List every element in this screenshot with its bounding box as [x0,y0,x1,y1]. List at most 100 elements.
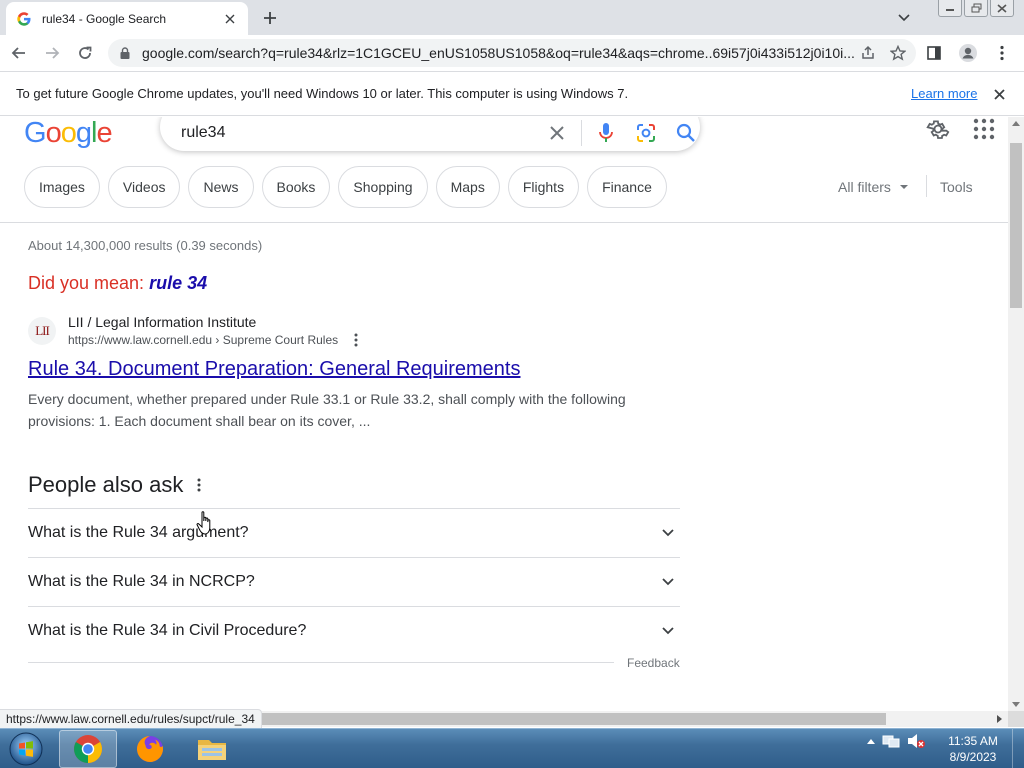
google-logo-letter: G [24,117,47,149]
scroll-down-arrow-icon[interactable] [1012,702,1020,707]
lock-icon[interactable] [118,46,132,60]
show-desktop-button[interactable] [1012,729,1024,768]
bookmark-star-icon[interactable] [886,41,910,65]
system-tray [866,733,926,749]
taskbar-chrome-icon[interactable] [59,730,117,768]
filter-chips: Images Videos News Books Shopping Maps Flights… [24,166,667,208]
tab-strip: rule34 - Google Search [0,0,1024,35]
side-panel-icon[interactable] [920,39,948,67]
expand-chevron-icon[interactable] [662,578,674,586]
paa-question[interactable]: What is the Rule 34 in Civil Procedure? [28,606,680,655]
browser-tab[interactable]: rule34 - Google Search [6,2,248,35]
lens-camera-icon[interactable] [632,119,660,147]
google-logo-letter: g [75,117,92,149]
scroll-right-arrow-icon[interactable] [997,715,1002,723]
reload-icon[interactable] [71,39,99,67]
scroll-up-arrow-icon[interactable] [1012,121,1020,126]
google-logo-letter: e [96,117,112,149]
feedback-link[interactable]: Feedback [627,656,680,670]
taskbar-firefox-icon[interactable] [121,730,179,768]
did-you-mean-link[interactable]: rule 34 [149,273,207,293]
google-logo[interactable]: Google [24,117,113,150]
browser-toolbar: google.com/search?q=rule34&rlz=1C1GCEU_e… [0,35,1024,71]
filter-chip-maps[interactable]: Maps [435,166,500,208]
filter-chip-shopping[interactable]: Shopping [338,166,428,208]
learn-more-link[interactable]: Learn more [911,86,977,101]
tab-search-chevron-icon[interactable] [894,8,914,28]
caret-down-icon [899,185,908,189]
did-you-mean-label: Did you mean: [28,273,145,293]
restore-icon[interactable] [964,0,988,17]
close-infobar-icon[interactable] [990,85,1008,103]
result-site-row[interactable]: LII LII / Legal Information Institute ht… [28,313,680,349]
result-site-name[interactable]: LII / Legal Information Institute [68,313,360,331]
tray-expand-arrow-icon[interactable] [866,737,876,745]
search-box[interactable]: rule34 [160,117,700,151]
lii-favicon-icon: LII [28,317,56,345]
chrome-menu-icon[interactable] [988,39,1016,67]
filter-chip-finance[interactable]: Finance [587,166,667,208]
taskbar-clock[interactable]: 11:35 AM 8/9/2023 [940,733,1006,765]
close-window-icon[interactable] [990,0,1014,17]
profile-avatar-icon[interactable] [954,39,982,67]
did-you-mean: Did you mean: rule 34 [28,273,207,294]
result-stats: About 14,300,000 results (0.39 seconds) [28,238,263,253]
filter-chip-flights[interactable]: Flights [507,166,580,208]
infobar-message: To get future Google Chrome updates, you… [16,86,629,101]
all-filters-label: All filters [838,179,891,195]
forward-arrow-icon[interactable] [38,39,66,67]
toolbar-right [920,39,1016,67]
paa-more-options-icon[interactable] [197,472,201,498]
tools-button[interactable]: Tools [940,179,973,195]
update-infobar: To get future Google Chrome updates, you… [0,71,1024,116]
settings-gear-icon[interactable] [926,117,950,141]
tab-title: rule34 - Google Search [42,11,167,26]
vertical-scroll-thumb[interactable] [1010,143,1022,308]
search-result: LII LII / Legal Information Institute ht… [28,313,680,432]
horizontal-scroll-thumb[interactable] [262,713,886,725]
paa-question[interactable]: What is the Rule 34 in NCRCP? [28,557,680,606]
paa-question-text: What is the Rule 34 in Civil Procedure? [28,622,307,639]
filter-chip-videos[interactable]: Videos [107,166,181,208]
start-orb-icon[interactable] [6,731,46,767]
voice-search-mic-icon[interactable] [592,119,620,147]
paa-question[interactable]: What is the Rule 34 argument? [28,508,680,557]
search-magnifier-icon[interactable] [672,119,700,147]
google-apps-grid-icon[interactable] [972,117,996,141]
close-tab-icon[interactable] [222,11,238,27]
filter-chip-images[interactable]: Images [24,166,100,208]
google-logo-letter: o [45,117,62,149]
result-snippet: Every document, whether prepared under R… [28,391,626,429]
people-also-ask-list: What is the Rule 34 argument? What is the… [28,508,680,655]
search-divider [581,120,582,146]
google-logo-letter: o [60,117,77,149]
vertical-scrollbar[interactable] [1008,117,1024,711]
address-bar[interactable]: google.com/search?q=rule34&rlz=1C1GCEU_e… [108,39,916,67]
clear-search-icon[interactable] [543,119,571,147]
google-favicon-icon [17,11,31,26]
search-input[interactable]: rule34 [181,124,543,142]
status-bar-url: https://www.law.cornell.edu/rules/supct/… [0,709,262,728]
result-title-link[interactable]: Rule 34. Document Preparation: General R… [28,356,680,382]
all-filters-dropdown[interactable]: All filters [838,179,909,195]
result-site-url[interactable]: https://www.law.cornell.edu › Supreme Co… [68,331,338,349]
scrollbar-corner [1008,711,1024,727]
expand-chevron-icon[interactable] [662,627,674,635]
filter-chip-books[interactable]: Books [261,166,331,208]
people-also-ask-heading: People also ask [28,472,201,498]
share-icon[interactable] [856,41,880,65]
volume-muted-icon[interactable] [906,733,926,749]
new-tab-icon[interactable] [258,6,282,30]
back-arrow-icon[interactable] [5,39,33,67]
address-url[interactable]: google.com/search?q=rule34&rlz=1C1GCEU_e… [142,45,856,61]
network-icon[interactable] [882,733,900,749]
clock-date: 8/9/2023 [949,750,997,764]
filter-chip-news[interactable]: News [188,166,254,208]
windows-taskbar: 11:35 AM 8/9/2023 [0,728,1024,768]
taskbar-explorer-folder-icon[interactable] [183,730,241,768]
hand-cursor-icon [196,511,211,535]
tools-separator [926,175,927,197]
expand-chevron-icon[interactable] [662,529,674,537]
minimize-icon[interactable] [938,0,962,17]
result-more-options-icon[interactable] [352,333,360,347]
